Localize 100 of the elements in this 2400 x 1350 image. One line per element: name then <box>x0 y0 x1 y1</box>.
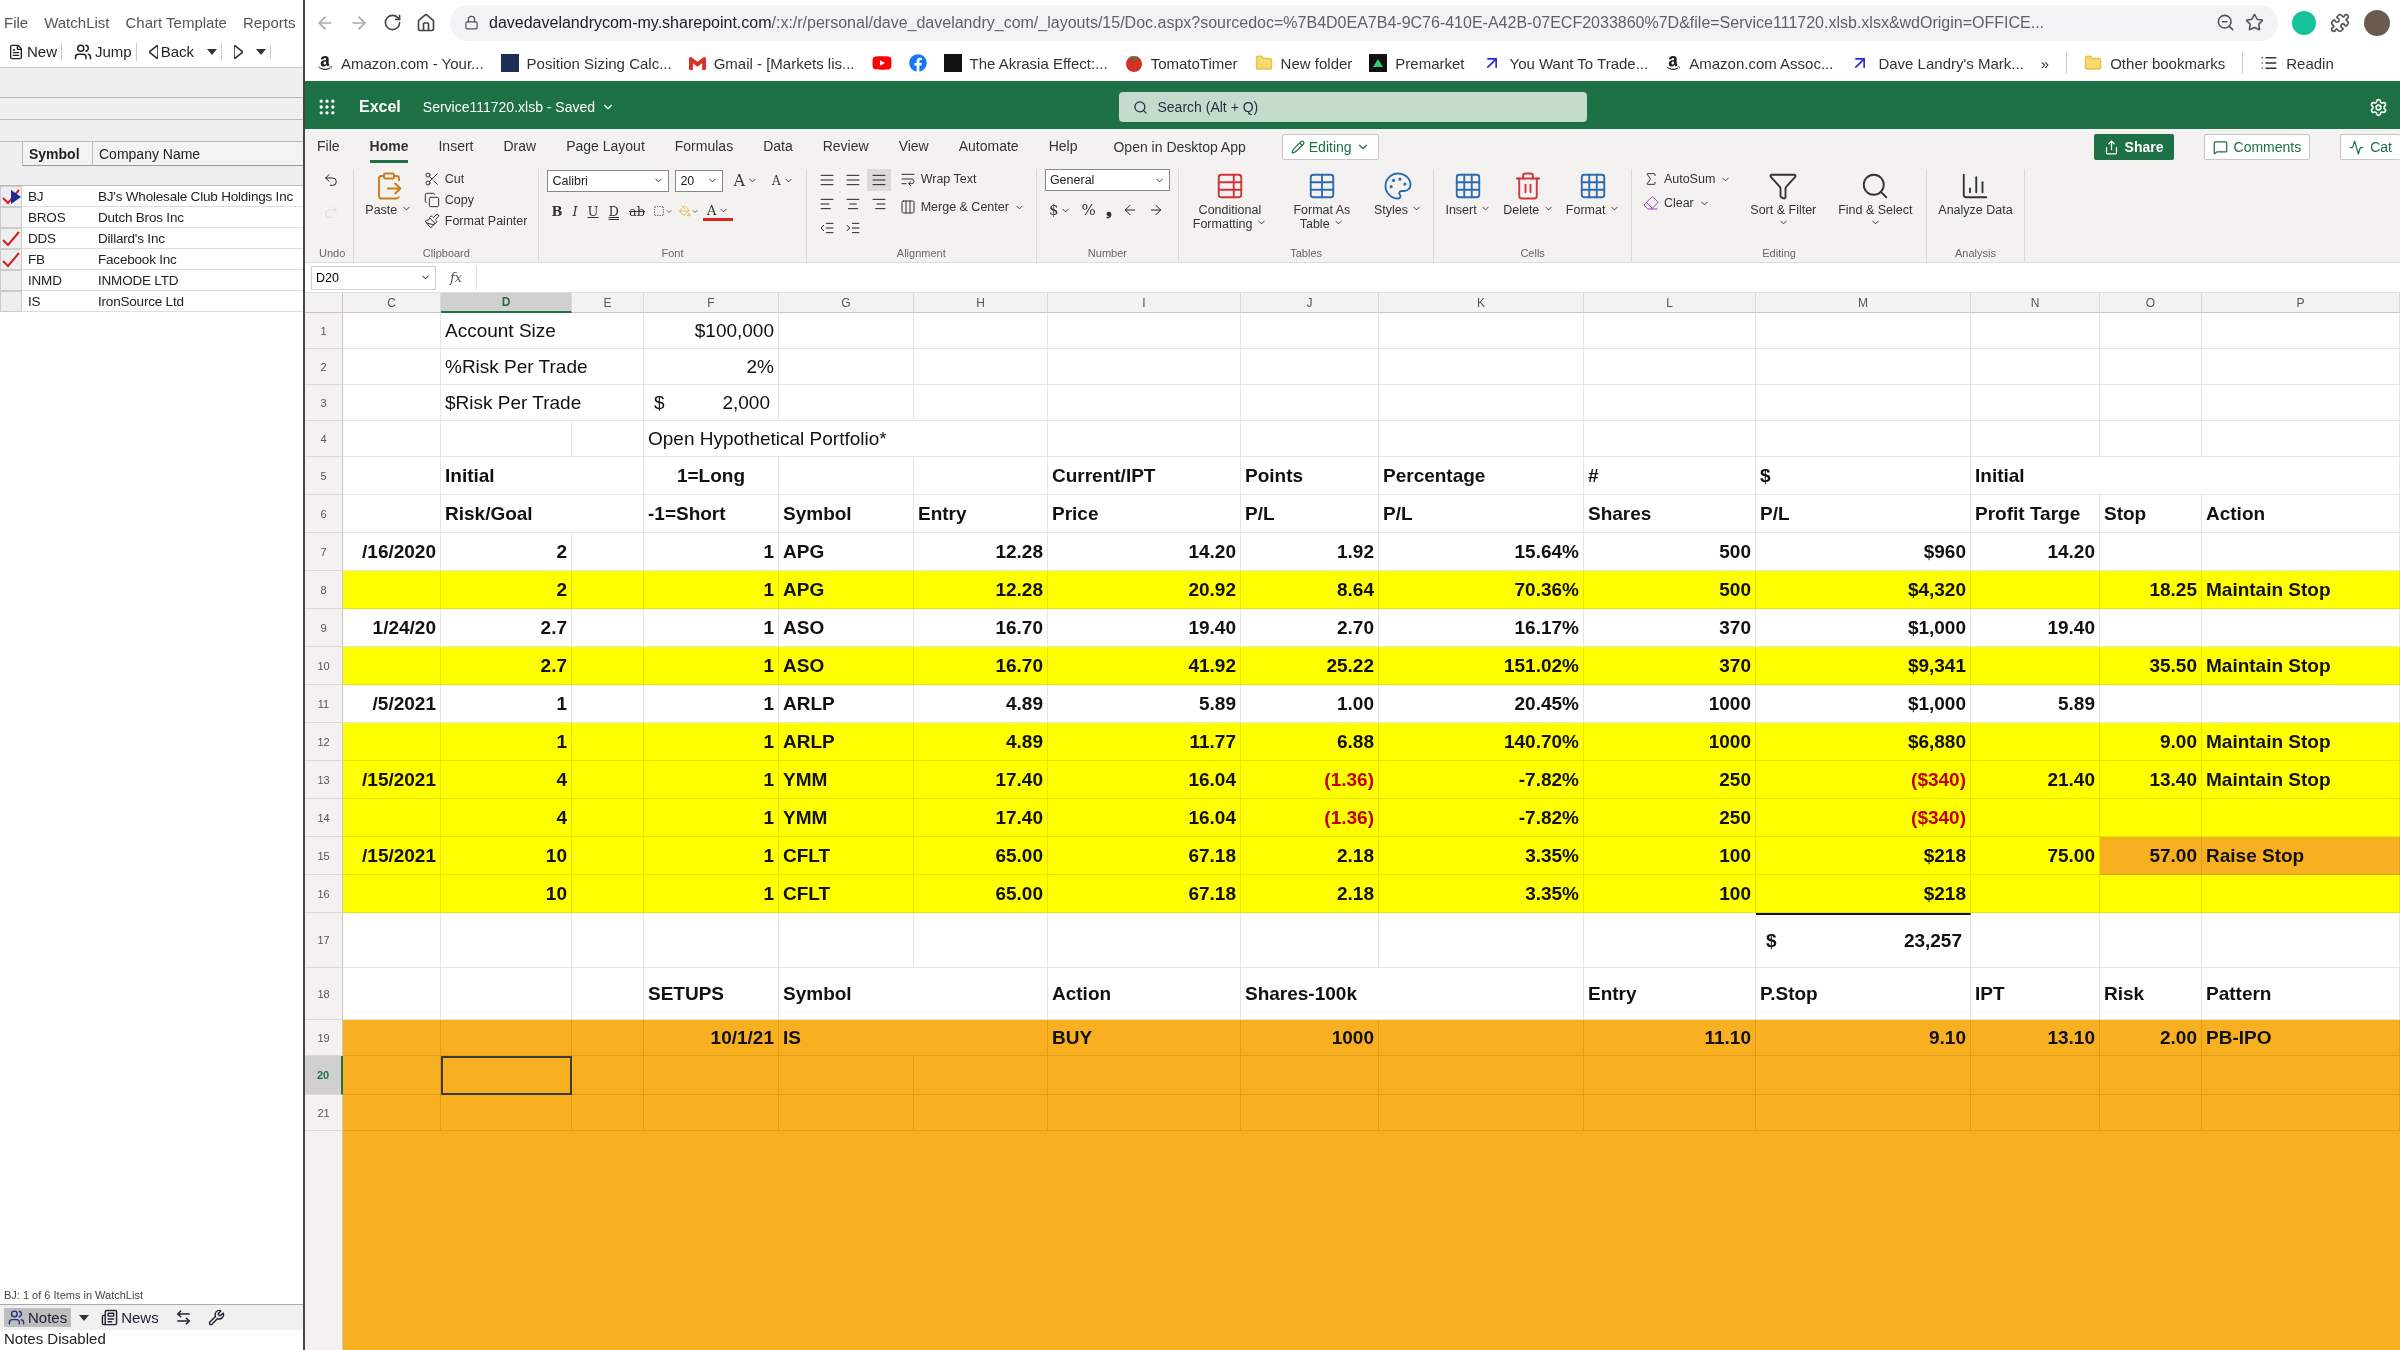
row-header[interactable]: 14 <box>305 799 343 837</box>
toolbar-button[interactable]: New <box>4 43 62 60</box>
row-header[interactable]: 19 <box>305 1020 343 1056</box>
row-header[interactable]: 16 <box>305 875 343 913</box>
ribbon-button[interactable]: Merge & Center <box>896 197 1028 217</box>
search-field[interactable]: Search (Alt + Q) <box>1118 92 1587 122</box>
ribbon-button[interactable]: Format Painter <box>420 211 531 231</box>
row-marker[interactable] <box>0 207 22 228</box>
bookmark[interactable]: Other bookmarks <box>2084 54 2226 72</box>
comments-button[interactable]: Comments <box>2203 134 2311 160</box>
bookmark[interactable] <box>908 54 927 72</box>
menu-item[interactable]: WatchList <box>44 13 110 31</box>
settings-icon[interactable] <box>2369 97 2388 117</box>
ribbon-button[interactable]: Analyze Data <box>1935 169 2016 220</box>
ribbon-tab[interactable]: Home <box>369 131 409 163</box>
ribbon-button[interactable]: Cut <box>420 169 531 189</box>
row-header[interactable]: 12 <box>305 723 343 761</box>
row-header[interactable]: 4 <box>305 421 343 457</box>
strikethrough-button[interactable]: ab <box>624 201 650 221</box>
row-header[interactable]: 9 <box>305 609 343 647</box>
toolbar-button[interactable]: Notes <box>4 1308 72 1327</box>
bookmark[interactable]: You Want To Trade... <box>1481 53 1649 73</box>
ribbon-tab[interactable]: Automate <box>958 131 1019 163</box>
column-header[interactable]: J <box>1241 293 1379 313</box>
bookmark[interactable]: Premarket <box>1369 54 1465 72</box>
bold-button[interactable]: B <box>547 201 567 221</box>
icon-button[interactable] <box>866 169 891 191</box>
profile-avatar[interactable] <box>2364 9 2390 36</box>
row-header[interactable]: 21 <box>305 1095 343 1131</box>
double-underline-button[interactable]: D <box>604 201 623 221</box>
file-title[interactable]: Service111720.xlsb - Saved <box>422 99 616 115</box>
toolbar-button[interactable]: Jump <box>70 42 137 61</box>
bookmark[interactable]: Readin <box>2260 54 2334 72</box>
ribbon-tab[interactable]: Help <box>1048 131 1078 163</box>
row-header[interactable]: 6 <box>305 495 343 533</box>
ribbon-button[interactable]: Clear <box>1639 193 1735 213</box>
column-header[interactable]: K <box>1379 293 1584 313</box>
font-color-button[interactable]: A <box>703 201 734 221</box>
italic-button[interactable]: I <box>568 201 582 221</box>
bookmark[interactable]: TomatoTimer <box>1124 54 1238 72</box>
more-bookmarks[interactable]: » <box>2040 54 2050 72</box>
column-header[interactable]: M <box>1756 293 1971 313</box>
row-header[interactable]: 20 <box>305 1056 343 1095</box>
row-marker[interactable] <box>0 291 22 312</box>
ribbon-button[interactable]: Find & Select <box>1832 169 1919 234</box>
row-header[interactable]: 13 <box>305 761 343 799</box>
menu-item[interactable]: Reports <box>242 13 296 31</box>
column-header[interactable]: N <box>1971 293 2100 313</box>
ribbon-tab[interactable]: Draw <box>503 131 537 163</box>
row-header[interactable]: 11 <box>305 685 343 723</box>
ribbon-button[interactable]: Copy <box>420 190 531 210</box>
bookmark[interactable] <box>871 53 892 73</box>
dropdown-field[interactable]: 20 <box>675 169 724 192</box>
extensions-icon[interactable] <box>2330 12 2350 33</box>
bookmark[interactable]: Amazon.com - Your... <box>317 54 484 72</box>
dropdown-field[interactable]: General <box>1044 169 1170 191</box>
column-header[interactable]: P <box>2202 293 2400 313</box>
catch-up-button[interactable]: Cat <box>2340 134 2400 160</box>
share-button[interactable]: Share <box>2093 134 2174 160</box>
editing-dropdown[interactable]: Editing <box>1281 134 1379 160</box>
column-header[interactable]: O <box>2100 293 2202 313</box>
column-header[interactable]: D <box>441 293 572 313</box>
reload-icon[interactable] <box>383 13 402 32</box>
open-desktop-button[interactable]: Open in Desktop App <box>1107 138 1252 156</box>
ribbon-tab[interactable]: Data <box>763 131 793 163</box>
column-header[interactable]: E <box>572 293 644 313</box>
underline-button[interactable]: U <box>583 201 603 221</box>
row-header[interactable]: 8 <box>305 571 343 609</box>
shrink-font-button[interactable]: A <box>768 171 798 190</box>
ribbon-button[interactable]: Conditional Formatting <box>1186 169 1273 234</box>
row-header[interactable]: 17 <box>305 913 343 968</box>
row-header[interactable]: 1 <box>305 313 343 349</box>
bookmark[interactable]: Position Sizing Calc... <box>500 54 672 72</box>
function-label[interactable]: fx <box>444 270 469 285</box>
row-header[interactable]: 3 <box>305 385 343 421</box>
bookmark[interactable]: New folder <box>1254 54 1353 72</box>
selected-cell[interactable] <box>441 1056 572 1095</box>
ribbon-tab[interactable]: Formulas <box>674 131 734 163</box>
row-header[interactable]: 15 <box>305 837 343 875</box>
zoom-icon[interactable] <box>2216 13 2235 32</box>
home-icon[interactable] <box>416 12 436 33</box>
ribbon-button[interactable]: Delete <box>1500 169 1557 220</box>
ribbon-button[interactable]: AutoSum <box>1639 169 1735 189</box>
ribbon-tab[interactable]: Page Layout <box>566 131 645 163</box>
row-header[interactable]: 2 <box>305 349 343 385</box>
column-header[interactable]: C <box>343 293 441 313</box>
row-header[interactable]: 5 <box>305 457 343 495</box>
toolbar-button[interactable]: News <box>97 1308 163 1327</box>
bookmark-star-icon[interactable] <box>2245 13 2264 32</box>
ribbon-tab[interactable]: View <box>898 131 929 163</box>
bookmark[interactable]: Gmail - [Markets lis... <box>688 54 855 72</box>
bookmark[interactable]: The Akrasia Effect:... <box>943 54 1108 72</box>
name-box[interactable]: D20 <box>311 265 436 290</box>
toolbar-button[interactable]: Back <box>144 43 223 60</box>
ribbon-button[interactable]: Wrap Text <box>896 169 1028 189</box>
ribbon-tab[interactable]: Review <box>822 131 869 163</box>
column-header[interactable]: G <box>779 293 914 313</box>
ribbon-button[interactable]: Format As Table <box>1278 169 1365 234</box>
currency-button[interactable]: $ <box>1044 199 1076 221</box>
menu-item[interactable]: Chart Template <box>125 13 227 31</box>
